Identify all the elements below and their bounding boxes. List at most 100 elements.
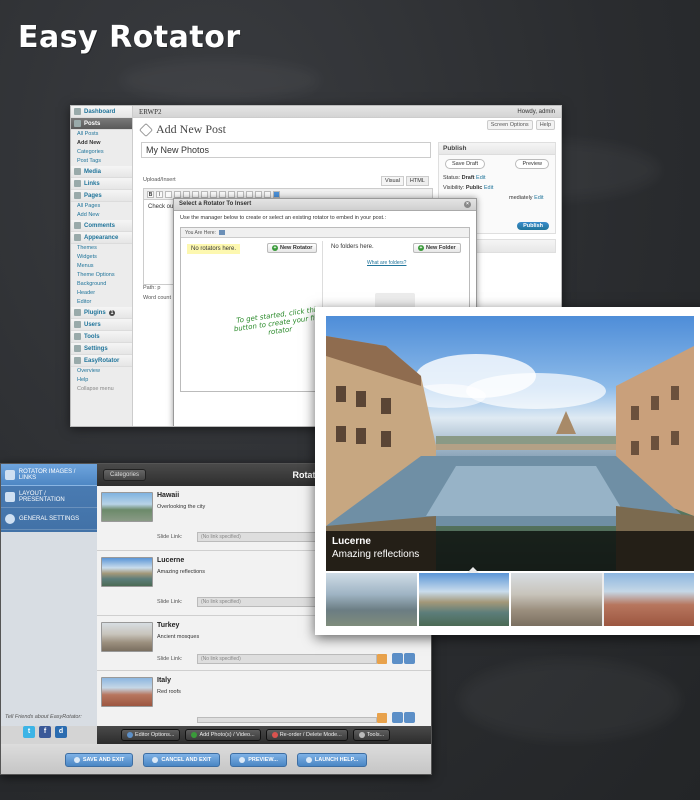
status-edit-link[interactable]: Edit bbox=[476, 175, 485, 181]
tools-button[interactable]: Tools... bbox=[352, 729, 391, 741]
slide-link-field[interactable] bbox=[197, 717, 377, 723]
save-and-exit-button[interactable]: SAVE AND EXIT bbox=[64, 753, 134, 767]
visibility-edit-link[interactable]: Edit bbox=[484, 185, 493, 191]
align-left-icon[interactable] bbox=[201, 190, 208, 198]
facebook-icon[interactable]: f bbox=[39, 726, 51, 738]
sidebar-item-settings[interactable]: Settings bbox=[71, 343, 132, 355]
bold-icon[interactable]: B bbox=[147, 190, 154, 198]
save-icon bbox=[73, 757, 80, 763]
submenu-widgets[interactable]: Widgets bbox=[71, 253, 132, 262]
folder-icon[interactable] bbox=[377, 654, 387, 664]
howdy-user[interactable]: Howdy, admin bbox=[517, 109, 555, 115]
submenu-header[interactable]: Header bbox=[71, 289, 132, 298]
upload-insert-label[interactable]: Upload/Insert bbox=[143, 177, 176, 183]
submenu-overview[interactable]: Overview bbox=[71, 367, 132, 376]
folder-icon[interactable] bbox=[377, 713, 387, 723]
submenu-add-new[interactable]: Add New bbox=[71, 139, 132, 148]
sidebar-item-links[interactable]: Links bbox=[71, 178, 132, 190]
tab-visual[interactable]: Visual bbox=[381, 176, 404, 186]
sidebar-item-comments[interactable]: Comments bbox=[71, 220, 132, 232]
submenu-background[interactable]: Background bbox=[71, 280, 132, 289]
nav-general-settings[interactable]: GENERAL SETTINGS bbox=[1, 508, 97, 530]
rotator-preview: Lucerne Amazing reflections bbox=[315, 307, 700, 635]
submenu-all-pages[interactable]: All Pages bbox=[71, 202, 132, 211]
wp-sidebar: Dashboard Posts All Posts Add New Catego… bbox=[71, 106, 133, 426]
pages-icon bbox=[74, 192, 81, 199]
reorder-delete-button[interactable]: Re-order / Delete Mode... bbox=[265, 729, 348, 741]
submenu-menus[interactable]: Menus bbox=[71, 262, 132, 271]
screen-options-button[interactable]: Screen Options bbox=[486, 120, 533, 130]
sidebar-item-media[interactable]: Media bbox=[71, 166, 132, 178]
editor-options-button[interactable]: Editor Options... bbox=[121, 729, 181, 741]
collapse-menu[interactable]: Collapse menu bbox=[71, 385, 132, 394]
blockquote-icon[interactable] bbox=[192, 190, 199, 198]
cancel-and-exit-button[interactable]: CANCEL AND EXIT bbox=[143, 753, 221, 767]
sidebar-item-dashboard[interactable]: Dashboard bbox=[71, 106, 132, 118]
align-center-icon[interactable] bbox=[210, 190, 217, 198]
list-item[interactable]: Italy Red roofs bbox=[97, 671, 431, 726]
schedule-edit-link[interactable]: Edit bbox=[534, 195, 543, 201]
nav-layout-presentation[interactable]: LAYOUT / PRESENTATION bbox=[1, 486, 97, 508]
nav-rotator-images[interactable]: ROTATOR IMAGES / LINKS bbox=[1, 464, 97, 486]
edit-icon[interactable] bbox=[392, 712, 403, 723]
preview-button[interactable]: Preview bbox=[515, 159, 549, 169]
sidebar-item-users[interactable]: Users bbox=[71, 319, 132, 331]
edit-icon[interactable] bbox=[392, 653, 403, 664]
thumbnail-hawaii[interactable] bbox=[326, 573, 417, 626]
submenu-themes[interactable]: Themes bbox=[71, 244, 132, 253]
help-button[interactable]: Help bbox=[535, 120, 555, 130]
sidebar-item-easyrotator[interactable]: EasyRotator bbox=[71, 355, 132, 367]
link-icon[interactable] bbox=[404, 653, 415, 664]
save-draft-button[interactable]: Save Draft bbox=[445, 159, 485, 169]
twitter-icon[interactable]: t bbox=[23, 726, 35, 738]
fullscreen-icon[interactable] bbox=[264, 190, 271, 198]
submenu-editor[interactable]: Editor bbox=[71, 298, 132, 307]
thumbnail-turkey[interactable] bbox=[511, 573, 602, 626]
what-are-folders-link[interactable]: What are folders? bbox=[367, 260, 406, 266]
sidebar-item-plugins[interactable]: Plugins 1 bbox=[71, 307, 132, 319]
unlink-icon[interactable] bbox=[237, 190, 244, 198]
submenu-all-posts[interactable]: All Posts bbox=[71, 130, 132, 139]
submenu-help[interactable]: Help bbox=[71, 376, 132, 385]
more-icon[interactable] bbox=[246, 190, 253, 198]
italic-icon[interactable]: I bbox=[156, 190, 163, 198]
submenu-add-new-page[interactable]: Add New bbox=[71, 211, 132, 220]
add-photos-button[interactable]: Add Photo(s) / Video... bbox=[185, 729, 261, 741]
images-icon bbox=[5, 469, 15, 480]
numbered-list-icon[interactable] bbox=[183, 190, 190, 198]
preview-button[interactable]: PREVIEW... bbox=[230, 753, 287, 767]
align-right-icon[interactable] bbox=[219, 190, 226, 198]
slide-link-field[interactable]: (No link specified) bbox=[197, 654, 377, 664]
bullet-list-icon[interactable] bbox=[174, 190, 181, 198]
home-icon[interactable] bbox=[218, 230, 225, 235]
categories-button[interactable]: Categories bbox=[103, 469, 147, 481]
sidebar-item-appearance[interactable]: Appearance bbox=[71, 232, 132, 244]
sidebar-item-posts[interactable]: Posts bbox=[71, 118, 132, 130]
spellcheck-icon[interactable] bbox=[255, 190, 262, 198]
sidebar-item-tools[interactable]: Tools bbox=[71, 331, 132, 343]
easyrotator-insert-icon[interactable] bbox=[273, 190, 280, 198]
options-icon bbox=[127, 732, 133, 738]
publish-button[interactable]: Publish bbox=[517, 222, 549, 230]
submenu-categories[interactable]: Categories bbox=[71, 148, 132, 157]
link-icon[interactable] bbox=[228, 190, 235, 198]
slide-link-label: Slide Link: bbox=[157, 534, 183, 540]
site-name[interactable]: ERWP2 bbox=[139, 108, 162, 116]
sidebar-item-pages[interactable]: Pages bbox=[71, 190, 132, 202]
new-rotator-button[interactable]: + New Rotator bbox=[267, 243, 318, 253]
thumbnail-italy[interactable] bbox=[603, 573, 694, 626]
tab-html[interactable]: HTML bbox=[405, 176, 429, 186]
digg-icon[interactable]: d bbox=[55, 726, 67, 738]
strikethrough-icon[interactable] bbox=[165, 190, 172, 198]
link-icon[interactable] bbox=[404, 712, 415, 723]
close-icon[interactable]: × bbox=[464, 201, 471, 208]
reorder-icon bbox=[271, 732, 278, 738]
main-photo[interactable]: Lucerne Amazing reflections bbox=[326, 316, 694, 571]
plus-icon: + bbox=[272, 245, 278, 251]
submenu-post-tags[interactable]: Post Tags bbox=[71, 157, 132, 166]
new-folder-button[interactable]: + New Folder bbox=[413, 243, 461, 253]
launch-help-button[interactable]: LAUNCH HELP... bbox=[296, 753, 368, 767]
thumbnail-lucerne[interactable] bbox=[416, 571, 511, 628]
post-title-input[interactable]: My New Photos bbox=[141, 142, 431, 158]
submenu-theme-options[interactable]: Theme Options bbox=[71, 271, 132, 280]
